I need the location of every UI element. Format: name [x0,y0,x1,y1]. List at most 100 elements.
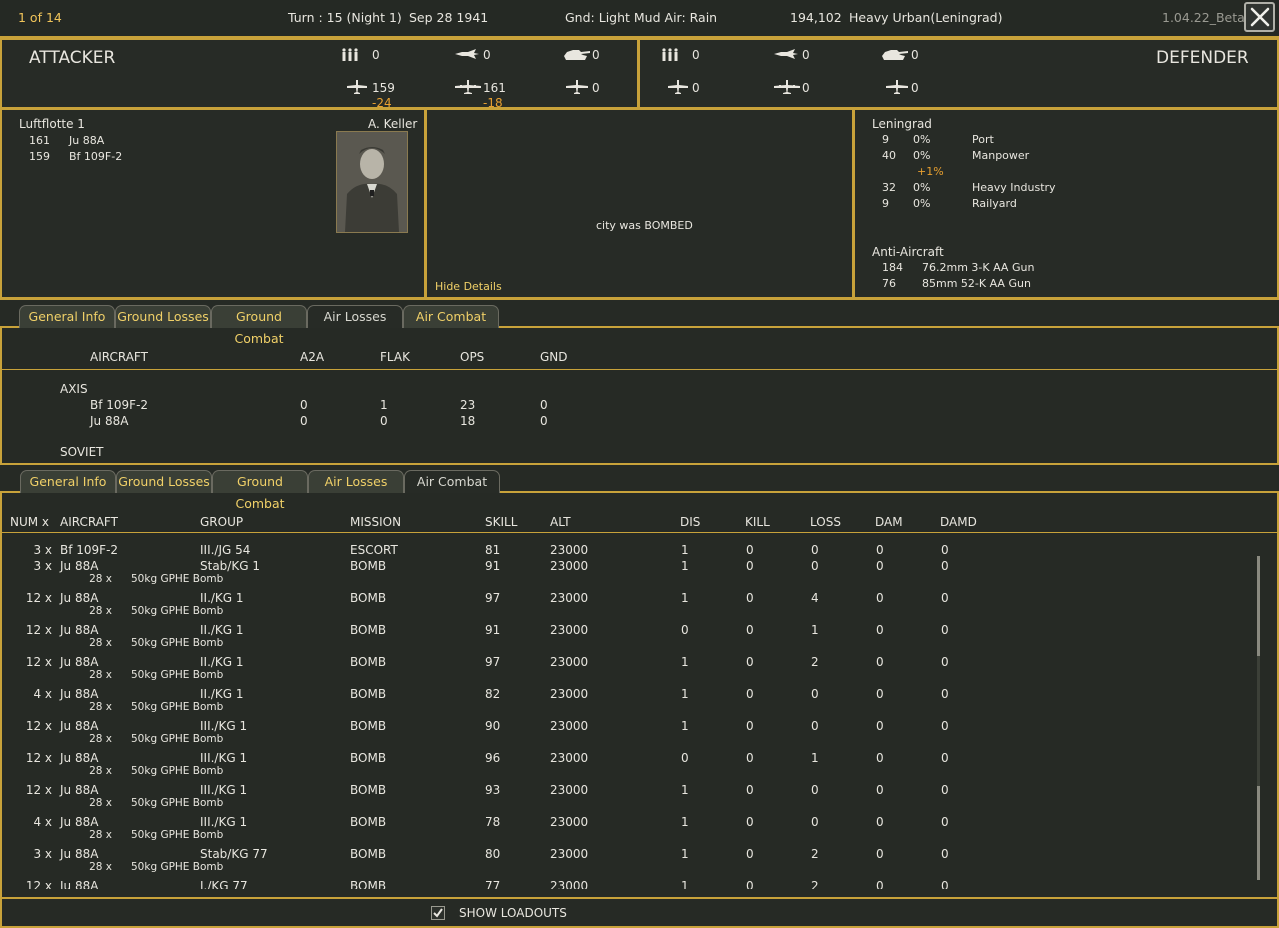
combat-damd: 0 [941,879,949,889]
combat-kill: 0 [746,719,754,733]
combat-damd: 0 [941,687,949,701]
combat-dam: 0 [876,559,884,573]
fighter-bomber-icon [774,49,798,59]
combat-mission: BOMB [350,847,387,861]
lower-tab-bar: General Info Ground Losses Ground Combat… [0,463,1279,511]
air-combat-section: NUM x AIRCRAFT GROUP MISSION SKILL ALT D… [0,493,1279,897]
scrollbar-thumb[interactable] [1257,556,1260,656]
combat-group: III./JG 54 [200,543,251,557]
target-value: 9 [882,133,889,146]
tab-air-combat[interactable]: Air Combat [404,470,500,493]
attacker-tank-count: 0 [592,48,600,62]
combat-num: 4 x [33,815,52,829]
target-panel: Leningrad 9 0% Port 40 0% Manpower +1% 3… [853,108,1279,299]
aircraft-count: 159 [29,150,50,163]
aa-gun-name: 76.2mm 3-K AA Gun [922,261,1035,274]
show-loadouts-checkbox[interactable] [431,906,445,920]
combat-group: III./KG 1 [200,719,248,733]
loadout-weapon: 50kg GPHE Bomb [131,733,224,745]
scrollbar-thumb-lower[interactable] [1257,786,1260,880]
tab-ground-losses[interactable]: Ground Losses [115,305,211,328]
combat-skill: 91 [485,623,501,637]
combat-aircraft: Ju 88A [60,623,99,637]
combat-alt: 23000 [550,559,589,573]
tab-ground-combat[interactable]: Ground Combat [211,305,307,346]
top-bar: 1 of 14 Turn : 15 (Night 1) Sep 28 1941 … [0,0,1279,38]
combat-damd: 0 [941,751,949,765]
attacker-transport-count: 0 [592,81,600,95]
combat-mission: BOMB [350,591,387,605]
tab-general-info[interactable]: General Info [20,470,116,493]
tab-air-losses[interactable]: Air Losses [307,305,403,328]
combat-loss: 0 [811,559,819,573]
combat-num: 3 x [33,847,52,861]
aircraft-count: 161 [29,134,50,147]
loadout-count: 28 x [89,861,112,873]
portrait-image [337,132,407,232]
combat-mission: BOMB [350,623,387,637]
combat-alt: 23000 [550,847,589,861]
close-button[interactable] [1244,2,1275,32]
combat-skill: 90 [485,719,501,733]
target-value: 9 [882,197,889,210]
loadout-weapon: 50kg GPHE Bomb [131,861,224,873]
combat-group: III./KG 1 [200,751,248,765]
loss-gnd: 0 [540,398,548,412]
combat-aircraft: Ju 88A [60,751,99,765]
combat-dis: 1 [681,847,689,861]
loadout-count: 28 x [89,605,112,617]
terrain-label: Heavy Urban(Leningrad) [849,10,1003,25]
combat-kill: 0 [746,559,754,573]
attacker-fighter-bomber-count: 0 [483,48,491,62]
combat-message-panel: city was BOMBED Hide Details [425,108,854,299]
combat-loss: 0 [811,783,819,797]
target-damage-pct: 0% [913,149,931,162]
combat-aircraft: Ju 88A [60,847,99,861]
commander-name: A. Keller [368,117,418,131]
combat-num: 12 x [25,655,52,669]
combat-loss: 2 [811,879,819,889]
losses-header-a2a: A2A [300,350,325,364]
combat-damd: 0 [941,543,949,557]
combat-aircraft: Ju 88A [60,687,99,701]
combat-num: 12 x [25,623,52,637]
loadout-count: 28 x [89,637,112,649]
combat-group: III./KG 1 [200,815,248,829]
combat-mission: BOMB [350,783,387,797]
combat-loss: 0 [811,815,819,829]
checkmark-icon [433,908,443,918]
loadout-count: 28 x [89,573,112,585]
fighter-icon [347,80,367,94]
combat-group: Stab/KG 77 [200,847,268,861]
footer-bar [0,897,1279,928]
combat-skill: 78 [485,815,501,829]
combat-skill: 97 [485,655,501,669]
loadout-count: 28 x [89,765,112,777]
combat-alt: 23000 [550,879,589,889]
attacker-infantry-count: 0 [372,48,380,62]
tab-ground-combat[interactable]: Ground Combat [212,470,308,511]
combat-aircraft: Ju 88A [60,559,99,573]
combat-mission: BOMB [350,655,387,669]
loadout-weapon: 50kg GPHE Bomb [131,637,224,649]
tab-air-losses[interactable]: Air Losses [308,470,404,493]
combat-mission: ESCORT [350,543,398,557]
combat-aircraft: Ju 88A [60,655,99,669]
tab-general-info[interactable]: General Info [19,305,115,328]
combat-num: 3 x [33,559,52,573]
hide-details-link[interactable]: Hide Details [435,280,502,293]
combat-result-message: city was BOMBED [596,219,693,232]
combat-skill: 97 [485,591,501,605]
combat-dis: 1 [681,687,689,701]
combat-group: II./KG 1 [200,655,244,669]
combat-alt: 23000 [550,783,589,797]
tab-ground-losses[interactable]: Ground Losses [116,470,212,493]
attacker-fighter-count: 159 [372,81,395,95]
combat-skill: 96 [485,751,501,765]
combat-alt: 23000 [550,687,589,701]
tab-air-combat[interactable]: Air Combat [403,305,499,328]
combat-aircraft: Ju 88A [60,591,99,605]
target-damage-pct: 0% [913,197,931,210]
combat-dam: 0 [876,719,884,733]
combat-kill: 0 [746,783,754,797]
